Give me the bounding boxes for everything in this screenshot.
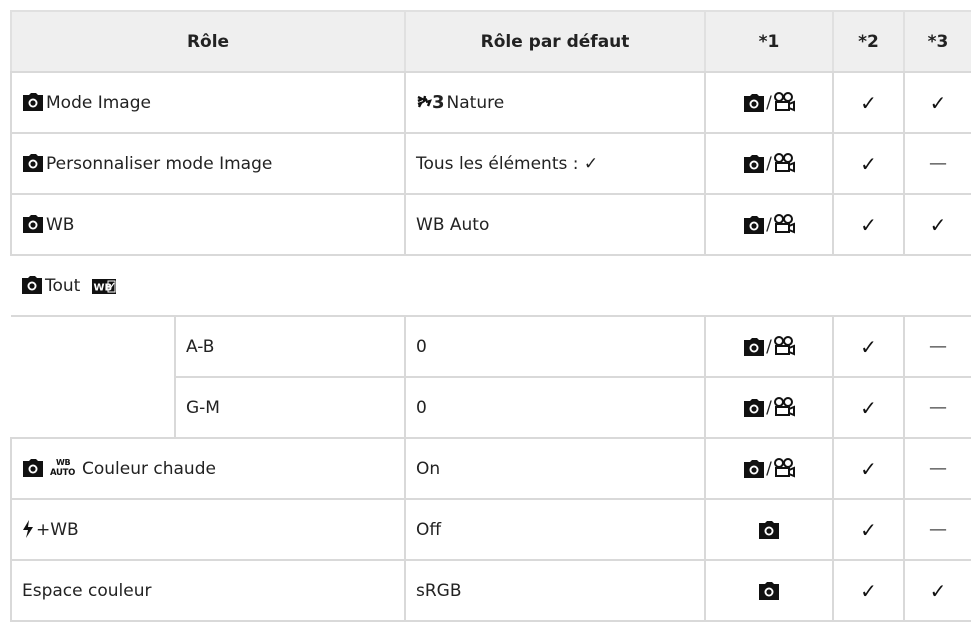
camera-icon [23,459,43,477]
default-cell: sRGB [404,559,707,622]
table-row: WB WB Auto / ✓ ✓ [9,193,971,256]
svg-text:AUTO: AUTO [50,468,75,476]
check-cell: ✓ [832,315,906,378]
default-cell: Tous les éléments : ✓ [404,132,707,195]
movie-camera-icon [773,397,795,417]
camera-icon [759,581,780,600]
indent-cell [11,315,176,439]
wb-auto-icon: WBAUTO [50,458,75,476]
table-row: Mode Image 3 Nature / ✓ ✓ [9,71,971,134]
role-cell: WB [9,193,407,256]
dash-cell: — [903,498,971,561]
camera-icon [23,214,43,233]
check-cell: ✓ [903,71,971,134]
role-label: Couleur chaude [82,459,216,479]
check-cell: ✓ [903,193,971,256]
role-label: Mode Image [46,92,151,113]
dash-cell: — [903,437,971,500]
svg-text:WB: WB [56,458,71,467]
default-cell: 0 [404,376,707,439]
role-label: WB [46,214,75,235]
camera-icon [759,520,780,539]
mode-cell: / [704,376,835,439]
camera-icon [744,460,765,478]
default-cell: 0 [404,315,707,378]
camera-icon [23,92,43,111]
nature-number: 3 [432,92,445,113]
camera-icon [744,338,765,356]
movie-camera-icon [773,214,795,234]
role-label: +WB [36,519,79,540]
table-row: WB AUTO Couleur chaude On / ✓ — [9,437,971,500]
header-role: Rôle [9,10,407,73]
check-cell: ✓ [832,559,906,622]
dash-cell: — [903,132,971,195]
table-row: A-B 0 / ✓ — [11,315,971,439]
table-row: Espace couleur sRGB ✓ ✓ [9,559,971,622]
settings-table: Rôle Rôle par défaut *1 *2 *3 Mode Image… [9,10,971,622]
camera-icon [22,275,42,294]
role-cell: Personnaliser mode Image [9,132,407,195]
role-cell: Mode Image [9,71,407,134]
check-cell: ✓ [832,193,906,256]
flash-icon [23,519,33,538]
default-label: Nature [446,93,505,113]
header-1: *1 [704,10,835,73]
sub-role-cell: A-B [173,315,407,378]
header-3: *3 [903,10,971,73]
movie-camera-icon [773,153,795,173]
check-cell: ✓ [903,559,971,622]
table-row: +WB Off ✓ — [9,498,971,561]
camera-icon [744,216,765,234]
mode-cell [704,498,835,561]
check-cell: ✓ [832,71,906,134]
default-cell: Off [404,498,707,561]
header-row: Rôle Rôle par défaut *1 *2 *3 [9,10,971,73]
sub-role-cell: G-M [173,376,407,439]
default-cell: WB Auto [404,193,707,256]
wb-compensation-icon: WB [91,278,116,294]
role-label: Personnaliser mode Image [46,153,273,174]
movie-camera-icon [773,336,795,356]
role-cell: Espace couleur [9,559,407,622]
default-cell: 3 Nature [404,71,707,134]
check-cell: ✓ [832,376,906,439]
default-cell: On [404,437,707,500]
camera-icon [744,155,765,173]
role-label: Tout [45,275,81,296]
dash-cell: — [903,315,971,378]
mode-cell [704,559,835,622]
mode-cell: / [704,437,835,500]
nature-icon [417,95,433,108]
check-cell: ✓ [832,498,906,561]
mode-cell: / [704,132,835,195]
mode-cell: / [704,71,835,134]
table-row: Personnaliser mode Image Tous les élémen… [9,132,971,195]
mode-cell: / [704,315,835,378]
check-cell: ✓ [832,132,906,195]
role-cell: +WB [9,498,407,561]
check-cell: ✓ [832,437,906,500]
dash-cell: — [903,376,971,439]
camera-icon [744,94,765,112]
header-2: *2 [832,10,906,73]
role-cell: Tout WB [11,254,971,317]
header-default: Rôle par défaut [404,10,707,73]
table-row: Tout WB [11,254,971,317]
camera-icon [23,153,43,172]
movie-camera-icon [773,458,795,478]
camera-icon [744,399,765,417]
mode-cell: / [704,193,835,256]
role-cell: WB AUTO Couleur chaude [9,437,407,500]
movie-camera-icon [773,92,795,112]
